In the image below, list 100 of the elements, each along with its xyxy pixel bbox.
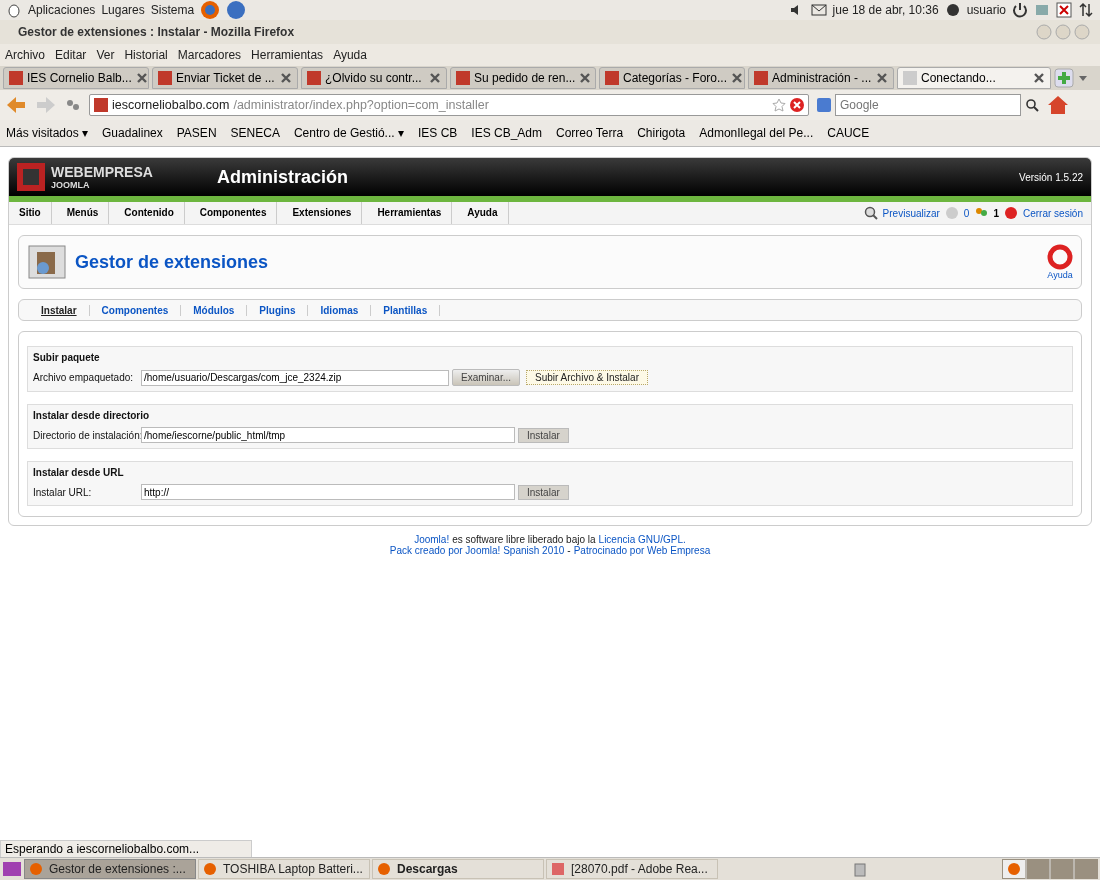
admin-menu-item[interactable]: Componentes — [189, 202, 278, 224]
browser-tab[interactable]: Conectando... — [897, 67, 1051, 89]
subtab[interactable]: Plantillas — [371, 304, 441, 316]
show-desktop-icon[interactable] — [2, 859, 22, 879]
panel-menu[interactable]: Aplicaciones — [28, 3, 96, 17]
form-button[interactable]: Instalar — [518, 427, 569, 443]
user-name[interactable]: usuario — [966, 3, 1006, 17]
app-icon — [203, 862, 217, 876]
message-count: 0 — [963, 207, 970, 219]
close-icon[interactable] — [876, 72, 888, 84]
search-icon[interactable] — [1025, 98, 1039, 112]
close-icon[interactable] — [280, 72, 292, 84]
admin-menu-item[interactable]: Menús — [56, 202, 110, 224]
brand-name: WEBEMPRESA — [51, 164, 154, 180]
bookmark[interactable]: IES CB — [417, 126, 458, 140]
footer-link[interactable]: Patrocinado por Web Empresa — [573, 545, 711, 556]
panel-menu[interactable]: Sistema — [150, 3, 195, 17]
history-icon[interactable] — [65, 97, 81, 113]
address-field[interactable]: iescorneliobalbo.com /administrator/index.php?option=com_installer — [89, 94, 809, 116]
browser-tab[interactable]: Enviar Ticket de ... — [152, 67, 298, 89]
form-button[interactable]: Instalar — [518, 484, 569, 500]
subtab[interactable]: Módulos — [181, 304, 248, 316]
menu-item[interactable]: Marcadores — [177, 48, 242, 62]
preview-link[interactable]: Previsualizar — [882, 207, 940, 219]
bookmark[interactable]: Guadalinex — [102, 126, 163, 140]
site-icon — [456, 71, 470, 85]
app-icon — [551, 862, 565, 876]
menu-item[interactable]: Archivo — [5, 48, 45, 62]
footer-link[interactable]: Licencia GNU/GPL. — [598, 534, 686, 545]
bookmark[interactable]: Centro de Gestió... ▾ — [293, 126, 404, 140]
bookmark[interactable]: CAUCE — [827, 126, 870, 140]
form-button[interactable]: Examinar... — [452, 369, 521, 386]
brand-subtitle: JOOMLA — [51, 180, 91, 190]
site-icon — [158, 71, 172, 85]
star-icon[interactable] — [772, 98, 786, 112]
browser-tab[interactable]: Categorías - Foro... — [599, 67, 745, 89]
bookmark[interactable]: Correo Terra — [556, 126, 624, 140]
workspace-switcher-icon[interactable] — [1002, 859, 1098, 879]
help-link[interactable]: Ayuda — [1047, 270, 1073, 280]
browser-tab[interactable]: Su pedido de ren... — [450, 67, 596, 89]
admin-menu-item[interactable]: Contenido — [114, 202, 185, 224]
input-field[interactable]: http:// — [141, 484, 515, 500]
close-icon[interactable] — [1056, 2, 1072, 18]
close-icon[interactable] — [429, 72, 441, 84]
input-field[interactable]: /home/iescorne/public_html/tmp — [141, 427, 515, 443]
lifebuoy-icon[interactable] — [1047, 244, 1073, 270]
browser-tab[interactable]: Administración - ... — [748, 67, 894, 89]
form-button[interactable]: Subir Archivo & Instalar — [526, 370, 648, 385]
subtab[interactable]: Plugins — [247, 304, 309, 316]
stop-icon[interactable] — [790, 98, 804, 112]
search-field[interactable]: Google — [835, 94, 1021, 116]
bookmark[interactable]: IES CB_Adm — [471, 126, 543, 140]
input-field[interactable]: /home/usuario/Descargas/com_jce_2324.zip — [141, 369, 449, 386]
logout-link[interactable]: Cerrar sesión — [1022, 207, 1083, 219]
firefox-icon[interactable] — [200, 0, 221, 20]
window-title: Gestor de extensiones : Instalar - Mozilla Firefox — [18, 25, 296, 39]
taskbar-button[interactable]: TOSHIBA Laptop Batteri... — [198, 859, 370, 879]
home-icon[interactable] — [1047, 94, 1069, 116]
menu-item[interactable]: Herramientas — [251, 48, 324, 62]
close-icon[interactable] — [1033, 72, 1045, 84]
magnifier-icon — [863, 206, 878, 220]
panel-menu[interactable]: Lugares — [101, 3, 145, 17]
taskbar-button[interactable]: Gestor de extensiones :... — [24, 859, 196, 879]
menu-item[interactable]: Editar — [55, 48, 87, 62]
user-status-icon[interactable] — [944, 2, 961, 18]
transfer-icon[interactable] — [1078, 2, 1094, 18]
bookmark[interactable]: AdmonIlegal del Pe... — [699, 126, 814, 140]
bookmark[interactable]: Más visitados ▾ — [6, 126, 89, 140]
mail-icon[interactable] — [810, 2, 827, 18]
bookmark[interactable]: PASEN — [176, 126, 217, 140]
menu-item[interactable]: Ayuda — [333, 48, 367, 62]
subtab[interactable]: Componentes — [89, 304, 182, 316]
field-label: Instalar URL: — [33, 486, 93, 498]
footer-text: - — [567, 545, 571, 556]
menu-item[interactable]: Ver — [96, 48, 115, 62]
power-icon[interactable] — [1012, 2, 1028, 18]
browser-tab[interactable]: IES Cornelio Balb... — [3, 67, 149, 89]
admin-menu-item[interactable]: Extensiones — [282, 202, 363, 224]
subtab[interactable]: Idiomas — [308, 304, 372, 316]
close-icon[interactable] — [135, 72, 148, 84]
close-icon[interactable] — [731, 72, 744, 84]
admin-menu-item[interactable]: Ayuda — [457, 202, 509, 224]
footer-link[interactable]: Joomla! — [414, 534, 450, 545]
footer-link[interactable]: Pack creado por Joomla! Spanish 2010 — [389, 545, 565, 556]
subtab[interactable]: Instalar — [29, 304, 90, 316]
logout-icon — [1003, 206, 1018, 220]
browser-tab[interactable]: ¿Olvido su contr... — [301, 67, 447, 89]
admin-menu-item[interactable]: Herramientas — [367, 202, 453, 224]
admin-menu-item[interactable]: Sitio — [9, 202, 52, 224]
page-title: Gestor de extensiones — [75, 251, 269, 273]
clock[interactable]: jue 18 de abr, 10:36 — [832, 3, 939, 17]
taskbar-button[interactable]: Descargas — [372, 859, 544, 879]
bookmark[interactable]: Chirigota — [637, 126, 686, 140]
bookmark[interactable]: SENECA — [230, 126, 280, 140]
site-icon — [9, 71, 23, 85]
status-text: Esperando a iescorneliobalbo.com... — [0, 840, 252, 857]
menu-item[interactable]: Historial — [124, 48, 168, 62]
close-icon[interactable] — [579, 72, 592, 84]
taskbar-button[interactable]: [28070.pdf - Adobe Rea... — [546, 859, 718, 879]
section-title: Instalar desde directorio — [33, 410, 151, 421]
